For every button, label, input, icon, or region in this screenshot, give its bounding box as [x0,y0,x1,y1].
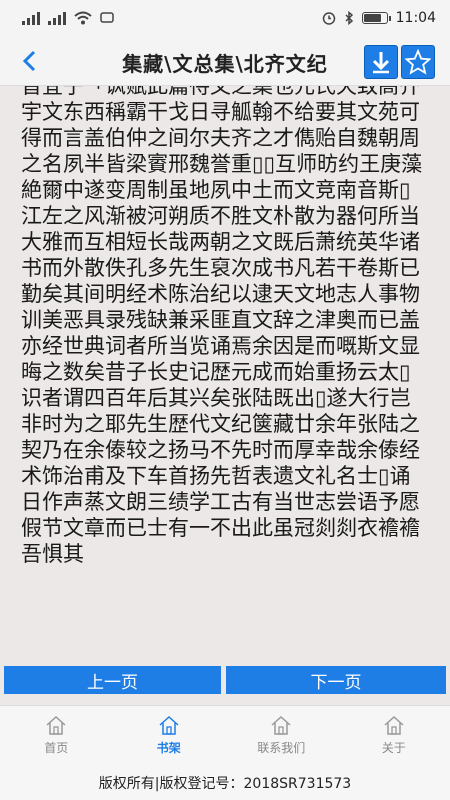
house-icon [46,715,66,735]
title-bar: 集藏\文总集\北齐文纪 [0,36,450,86]
nav-label-about: 关于 [381,741,406,755]
alarm-icon [322,12,335,25]
nav-item-bookshelf[interactable]: 书架 [113,706,226,765]
house-icon [384,715,404,735]
house-icon [159,715,179,735]
reading-area[interactable]: 晋宜子「讽赋此篇待文之集也元氏天致高齐宇文东西稱霸干戈日寻觚翰不给要其文苑可得而… [0,86,450,660]
signal-icon [22,11,40,25]
pager: 上一页 下一页 [0,660,450,705]
star-icon [405,49,431,75]
nav-label-bookshelf: 书架 [156,741,181,755]
status-right: 11:04 [322,10,436,26]
favorite-button[interactable] [401,45,435,79]
download-arrow-icon [372,52,390,74]
bluetooth-icon [345,11,353,25]
message-icon [100,12,114,23]
nav-label-contact: 联系我们 [257,741,306,755]
nav-item-home[interactable]: 首页 [0,706,113,765]
signal-icon-2 [48,11,66,25]
battery-icon [361,12,391,24]
status-time: 11:04 [395,10,436,26]
nav-label-home: 首页 [44,741,69,755]
nav-item-about[interactable]: 关于 [338,706,450,765]
status-bar: 11:04 [0,0,450,36]
next-page-button[interactable]: 下一页 [226,666,446,694]
wifi-icon [74,11,92,25]
bottom-nav: 首页 书架 联系我们 关于 [0,705,450,765]
prev-page-button[interactable]: 上一页 [4,666,221,694]
house-icon [271,715,291,735]
status-left [22,11,114,25]
nav-item-contact[interactable]: 联系我们 [225,706,338,765]
footer-copyright: 版权所有|版权登记号：2018SR731573 [0,765,450,800]
download-button[interactable] [364,45,398,79]
body-text: 晋宜子「讽赋此篇待文之集也元氏天致高齐宇文东西稱霸干戈日寻觚翰不给要其文苑可得而… [21,86,423,566]
